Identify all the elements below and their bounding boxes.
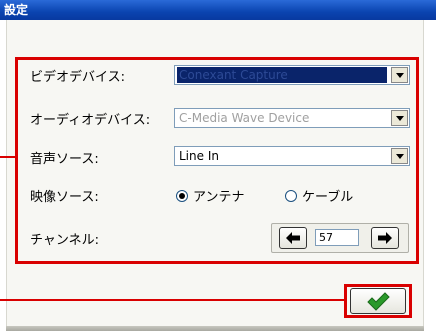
channel-label: チャンネル: <box>30 233 99 248</box>
right-arrow-icon <box>378 232 392 244</box>
video-device-label: ビデオデバイス: <box>30 70 125 85</box>
window-title: 設定 <box>0 0 436 20</box>
radio-checked-icon[interactable] <box>176 189 188 202</box>
callout-line <box>0 299 344 301</box>
video-source-cable-radio[interactable]: ケーブル <box>285 186 353 205</box>
left-arrow-icon <box>286 232 300 244</box>
callout-line <box>0 156 15 158</box>
window-frame <box>6 326 424 331</box>
checkmark-icon <box>367 292 390 311</box>
chevron-down-icon[interactable] <box>391 110 408 126</box>
channel-next-button[interactable] <box>371 227 399 249</box>
ok-button[interactable] <box>350 288 406 314</box>
radio-unchecked-icon[interactable] <box>285 189 297 202</box>
video-source-label: 映像ソース: <box>30 190 99 205</box>
audio-source-value: Line In <box>179 149 219 163</box>
radio-label: アンテナ <box>193 190 245 205</box>
audio-device-select[interactable]: C-Media Wave Device <box>174 108 410 128</box>
video-device-value: Conexant Capture <box>177 67 387 83</box>
audio-device-value: C-Media Wave Device <box>179 111 310 125</box>
channel-input[interactable]: 57 <box>315 229 359 246</box>
audio-source-label: 音声ソース: <box>30 152 99 167</box>
video-device-select[interactable]: Conexant Capture <box>174 65 410 85</box>
radio-label: ケーブル <box>302 190 354 205</box>
video-source-antenna-radio[interactable]: アンテナ <box>176 186 244 205</box>
audio-source-select[interactable]: Line In <box>174 146 410 166</box>
chevron-down-icon[interactable] <box>391 67 408 83</box>
chevron-down-icon[interactable] <box>391 148 408 164</box>
channel-prev-button[interactable] <box>279 227 307 249</box>
audio-device-label: オーディオデバイス: <box>30 113 151 128</box>
